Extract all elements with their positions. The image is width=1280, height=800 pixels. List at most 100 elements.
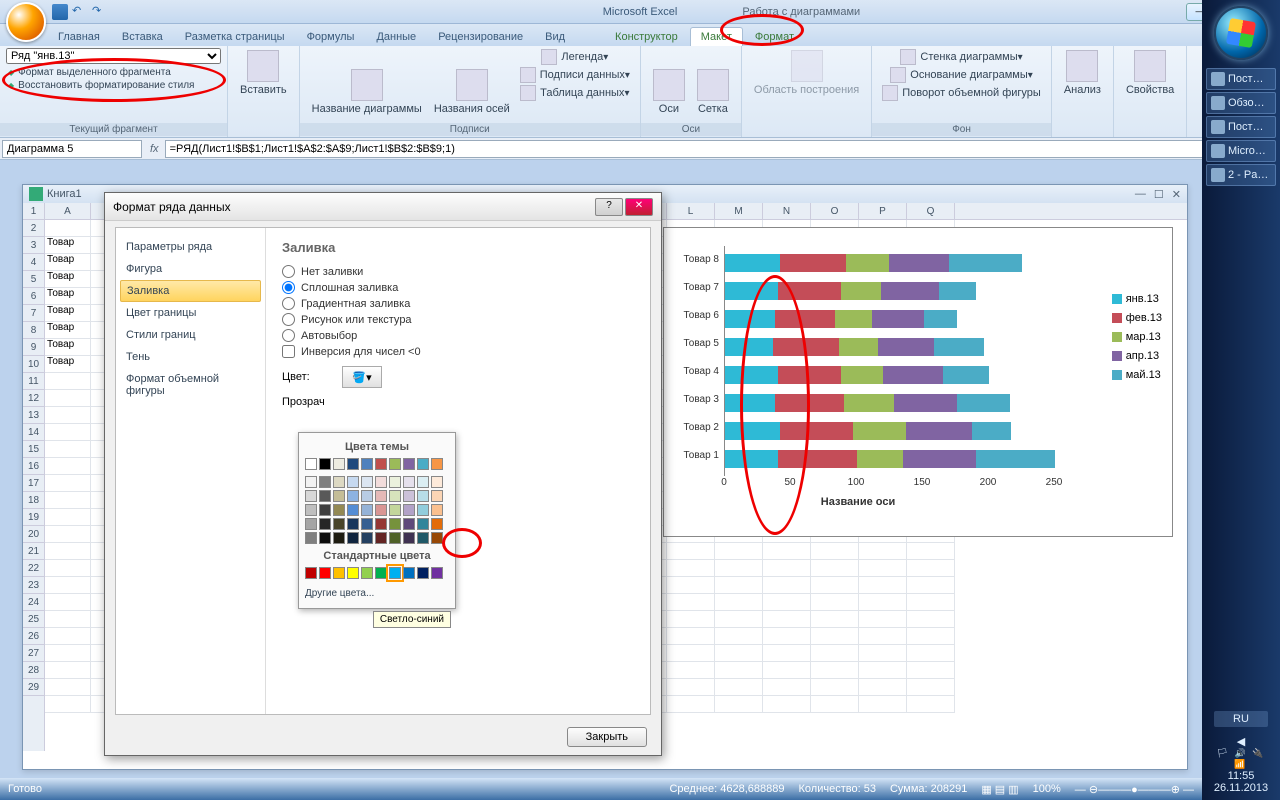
- color-swatch[interactable]: [431, 476, 443, 488]
- color-swatch[interactable]: [389, 458, 401, 470]
- axis-titles-button[interactable]: Названия осей: [428, 48, 516, 135]
- analysis-button[interactable]: Анализ: [1058, 48, 1107, 98]
- fill-radio[interactable]: Автовыбор: [282, 329, 634, 342]
- close-button[interactable]: Закрыть: [567, 727, 647, 747]
- dialog-help-button[interactable]: ?: [595, 198, 623, 216]
- bar-segment[interactable]: [844, 394, 894, 412]
- start-button[interactable]: [1214, 6, 1268, 60]
- office-button[interactable]: [6, 2, 46, 42]
- color-swatch[interactable]: [305, 458, 317, 470]
- tab-review[interactable]: Рецензирование: [428, 28, 533, 46]
- bar-segment[interactable]: [949, 254, 1022, 272]
- color-swatch[interactable]: [333, 567, 345, 579]
- taskbar-item[interactable]: Пост…: [1206, 68, 1276, 90]
- fill-radio[interactable]: Градиентная заливка: [282, 297, 634, 310]
- bar-segment[interactable]: [780, 422, 853, 440]
- color-swatch[interactable]: [319, 567, 331, 579]
- bar-segment[interactable]: [853, 422, 906, 440]
- dialog-nav-item[interactable]: Тень: [116, 346, 265, 368]
- chart-element-selector[interactable]: Ряд "янв.13": [6, 48, 221, 64]
- bar-segment[interactable]: [878, 338, 933, 356]
- bar-segment[interactable]: [841, 366, 883, 384]
- color-swatch[interactable]: [403, 567, 415, 579]
- doc-maximize[interactable]: ☐: [1154, 188, 1164, 201]
- color-swatch[interactable]: [389, 476, 401, 488]
- color-swatch[interactable]: [361, 476, 373, 488]
- color-swatch[interactable]: [319, 518, 331, 530]
- tray-icons[interactable]: 🏳 🔊 🔌: [1204, 748, 1278, 759]
- color-swatch[interactable]: [347, 567, 359, 579]
- color-swatch[interactable]: [375, 458, 387, 470]
- taskbar-item[interactable]: 2 - Pa…: [1206, 164, 1276, 186]
- bar-segment[interactable]: [903, 450, 976, 468]
- name-box[interactable]: Диаграмма 5: [2, 140, 142, 158]
- tab-insert[interactable]: Вставка: [112, 28, 173, 46]
- formula-input[interactable]: [165, 140, 1280, 158]
- data-table-button[interactable]: Таблица данных ▾: [516, 84, 634, 102]
- color-swatch[interactable]: [347, 490, 359, 502]
- bar-segment[interactable]: [924, 310, 957, 328]
- bar-segment[interactable]: [725, 338, 773, 356]
- color-swatch[interactable]: [319, 532, 331, 544]
- bar-segment[interactable]: [780, 254, 846, 272]
- bar-segment[interactable]: [906, 422, 972, 440]
- bar-segment[interactable]: [957, 394, 1010, 412]
- color-swatch[interactable]: [305, 518, 317, 530]
- taskbar-item[interactable]: Обзо…: [1206, 92, 1276, 114]
- color-swatch[interactable]: [375, 532, 387, 544]
- color-swatch[interactable]: [403, 532, 415, 544]
- bar-segment[interactable]: [725, 282, 778, 300]
- gridlines-button[interactable]: Сетка: [691, 48, 735, 135]
- color-swatch[interactable]: [389, 504, 401, 516]
- 3d-rotation-button[interactable]: Поворот объемной фигуры: [878, 84, 1045, 102]
- color-swatch[interactable]: [347, 458, 359, 470]
- bar-segment[interactable]: [725, 310, 775, 328]
- dialog-nav-item[interactable]: Заливка: [120, 280, 261, 302]
- tab-view[interactable]: Вид: [535, 28, 575, 46]
- color-swatch[interactable]: [389, 567, 401, 579]
- color-swatch[interactable]: [431, 504, 443, 516]
- signal-icon[interactable]: 📶: [1204, 759, 1278, 770]
- color-swatch[interactable]: [403, 504, 415, 516]
- insert-button[interactable]: Вставить: [234, 48, 293, 98]
- color-swatch[interactable]: [417, 504, 429, 516]
- bar-segment[interactable]: [857, 450, 903, 468]
- dialog-nav-item[interactable]: Цвет границы: [116, 302, 265, 324]
- bar-segment[interactable]: [883, 366, 942, 384]
- bar-segment[interactable]: [934, 338, 984, 356]
- tab-layout[interactable]: Макет: [690, 27, 743, 46]
- color-swatch[interactable]: [305, 504, 317, 516]
- color-swatch[interactable]: [319, 476, 331, 488]
- bar-segment[interactable]: [773, 338, 839, 356]
- color-swatch[interactable]: [361, 567, 373, 579]
- chart-title-button[interactable]: Название диаграммы: [306, 48, 428, 135]
- color-swatch[interactable]: [319, 490, 331, 502]
- bar-segment[interactable]: [889, 254, 950, 272]
- color-swatch[interactable]: [333, 532, 345, 544]
- color-swatch[interactable]: [361, 504, 373, 516]
- bar-segment[interactable]: [725, 422, 780, 440]
- color-swatch[interactable]: [403, 476, 415, 488]
- bar-segment[interactable]: [778, 450, 857, 468]
- zoom-level[interactable]: 100%: [1033, 783, 1061, 795]
- color-swatch[interactable]: [319, 504, 331, 516]
- clock-time[interactable]: 11:55: [1204, 770, 1278, 782]
- color-dropdown-button[interactable]: 🪣 ▾: [342, 366, 382, 388]
- color-swatch[interactable]: [375, 518, 387, 530]
- dialog-nav-item[interactable]: Параметры ряда: [116, 236, 265, 258]
- tab-design[interactable]: Конструктор: [605, 28, 688, 46]
- color-swatch[interactable]: [431, 518, 443, 530]
- color-swatch[interactable]: [375, 504, 387, 516]
- tab-format[interactable]: Формат: [745, 28, 804, 46]
- color-swatch[interactable]: [361, 532, 373, 544]
- color-swatch[interactable]: [403, 458, 415, 470]
- bar-segment[interactable]: [778, 366, 841, 384]
- bar-segment[interactable]: [846, 254, 888, 272]
- chart-wall-button[interactable]: Стенка диаграммы ▾: [878, 48, 1045, 66]
- color-swatch[interactable]: [417, 476, 429, 488]
- color-swatch[interactable]: [431, 567, 443, 579]
- bar-segment[interactable]: [943, 366, 989, 384]
- fill-radio[interactable]: Сплошная заливка: [282, 281, 634, 294]
- bar-segment[interactable]: [872, 310, 925, 328]
- format-selection-button[interactable]: Формат выделенного фрагмента: [6, 66, 221, 79]
